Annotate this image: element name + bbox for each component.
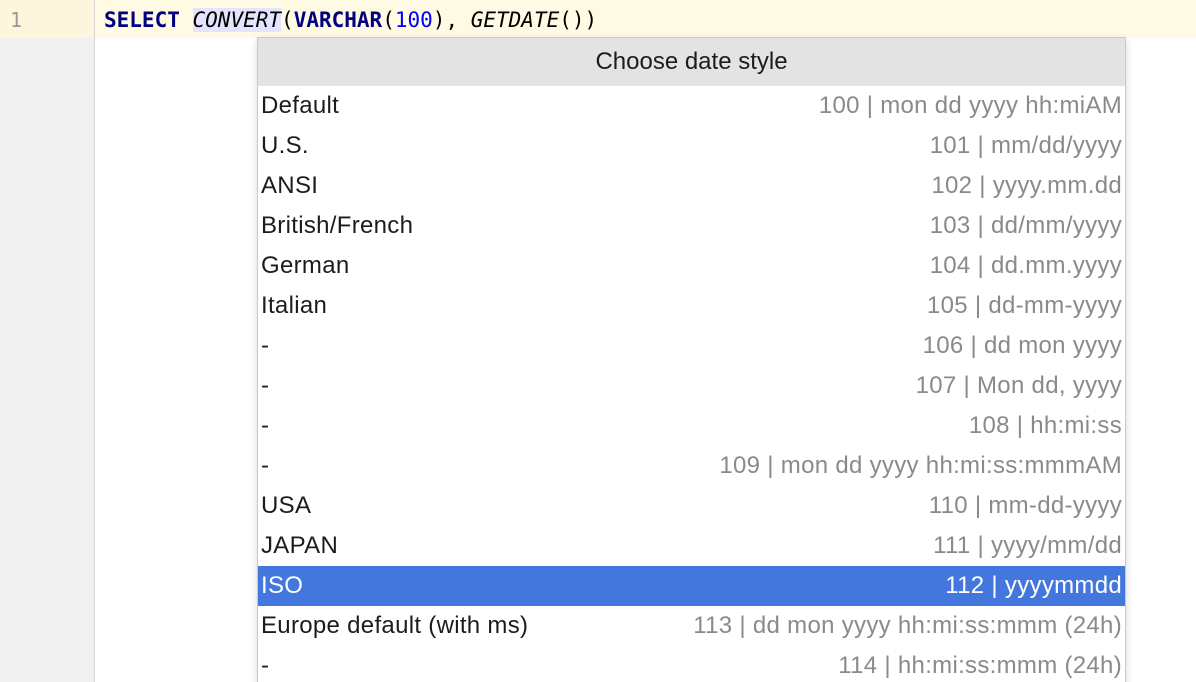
date-style-item[interactable]: Default 100 | mon dd yyyy hh:miAM <box>258 86 1125 126</box>
date-style-item[interactable]: - 106 | dd mon yyyy <box>258 326 1125 366</box>
date-style-format: 110 | mm-dd-yyyy <box>928 492 1122 519</box>
date-style-label: - <box>261 412 270 439</box>
date-style-item[interactable]: - 107 | Mon dd, yyyy <box>258 366 1125 406</box>
date-style-list[interactable]: Default 100 | mon dd yyyy hh:miAM U.S. 101 … <box>258 86 1125 682</box>
date-style-label: JAPAN <box>261 532 339 559</box>
date-style-popup[interactable]: Choose date style Default 100 | mon dd yy… <box>257 37 1126 682</box>
date-style-format: 112 | yyyymmdd <box>945 572 1122 599</box>
paren-open: ( <box>281 8 294 32</box>
sql-editor[interactable]: 1 SELECT CONVERT(VARCHAR(100), GETDATE()… <box>0 0 1196 682</box>
paren-close-comma: ), <box>432 8 471 32</box>
date-style-label: ISO <box>261 572 304 599</box>
date-style-format: 105 | dd-mm-yyyy <box>926 292 1122 319</box>
number-literal: 100 <box>394 8 433 32</box>
date-style-label: Italian <box>261 292 328 319</box>
date-style-format: 108 | hh:mi:ss <box>968 412 1122 439</box>
date-style-item[interactable]: JAPAN 111 | yyyy/mm/dd <box>258 526 1125 566</box>
date-style-item[interactable]: ISO 112 | yyyymmdd <box>258 566 1125 606</box>
date-style-item[interactable]: U.S. 101 | mm/dd/yyyy <box>258 126 1125 166</box>
date-style-item[interactable]: USA 110 | mm-dd-yyyy <box>258 486 1125 526</box>
date-style-format: 113 | dd mon yyyy hh:mi:ss:mmm (24h) <box>693 612 1122 639</box>
date-style-label: - <box>261 372 270 399</box>
date-style-format: 100 | mon dd yyyy hh:miAM <box>818 92 1122 119</box>
date-style-item[interactable]: Europe default (with ms) 113 | dd mon yyy… <box>258 606 1125 646</box>
line-number: 1 <box>10 8 23 32</box>
date-style-label: USA <box>261 492 312 519</box>
popup-title: Choose date style <box>258 38 1125 86</box>
date-style-label: - <box>261 332 270 359</box>
date-style-label: Europe default (with ms) <box>261 612 529 639</box>
date-style-item[interactable]: - 109 | mon dd yyyy hh:mi:ss:mmmAM <box>258 446 1125 486</box>
date-style-item[interactable]: British/French 103 | dd/mm/yyyy <box>258 206 1125 246</box>
date-style-format: 104 | dd.mm.yyyy <box>929 252 1122 279</box>
keyword-select: SELECT <box>104 8 180 32</box>
date-style-label: - <box>261 452 270 479</box>
date-style-item[interactable]: ANSI 102 | yyyy.mm.dd <box>258 166 1125 206</box>
function-getdate: GETDATE <box>470 8 560 32</box>
date-style-item[interactable]: - 114 | hh:mi:ss:mmm (24h) <box>258 646 1125 682</box>
date-style-label: British/French <box>261 212 414 239</box>
date-style-format: 107 | Mon dd, yyyy <box>915 372 1122 399</box>
date-style-format: 111 | yyyy/mm/dd <box>933 532 1122 559</box>
line-gutter <box>0 0 95 682</box>
paren-close: ()) <box>559 8 598 32</box>
date-style-label: German <box>261 252 350 279</box>
date-style-item[interactable]: Italian 105 | dd-mm-yyyy <box>258 286 1125 326</box>
keyword-varchar: VARCHAR <box>293 8 383 32</box>
function-convert: CONVERT <box>192 8 282 32</box>
date-style-label: Default <box>261 92 340 119</box>
code-line[interactable]: SELECT CONVERT(VARCHAR(100), GETDATE()) <box>104 5 597 35</box>
date-style-label: ANSI <box>261 172 319 199</box>
date-style-label: U.S. <box>261 132 309 159</box>
paren-open-2: ( <box>382 8 395 32</box>
date-style-format: 106 | dd mon yyyy <box>922 332 1122 359</box>
date-style-format: 109 | mon dd yyyy hh:mi:ss:mmmAM <box>719 452 1122 479</box>
date-style-label: - <box>261 652 270 679</box>
date-style-format: 103 | dd/mm/yyyy <box>929 212 1122 239</box>
date-style-item[interactable]: German 104 | dd.mm.yyyy <box>258 246 1125 286</box>
date-style-format: 102 | yyyy.mm.dd <box>931 172 1122 199</box>
date-style-item[interactable]: - 108 | hh:mi:ss <box>258 406 1125 446</box>
date-style-format: 114 | hh:mi:ss:mmm (24h) <box>838 652 1122 679</box>
date-style-format: 101 | mm/dd/yyyy <box>929 132 1122 159</box>
